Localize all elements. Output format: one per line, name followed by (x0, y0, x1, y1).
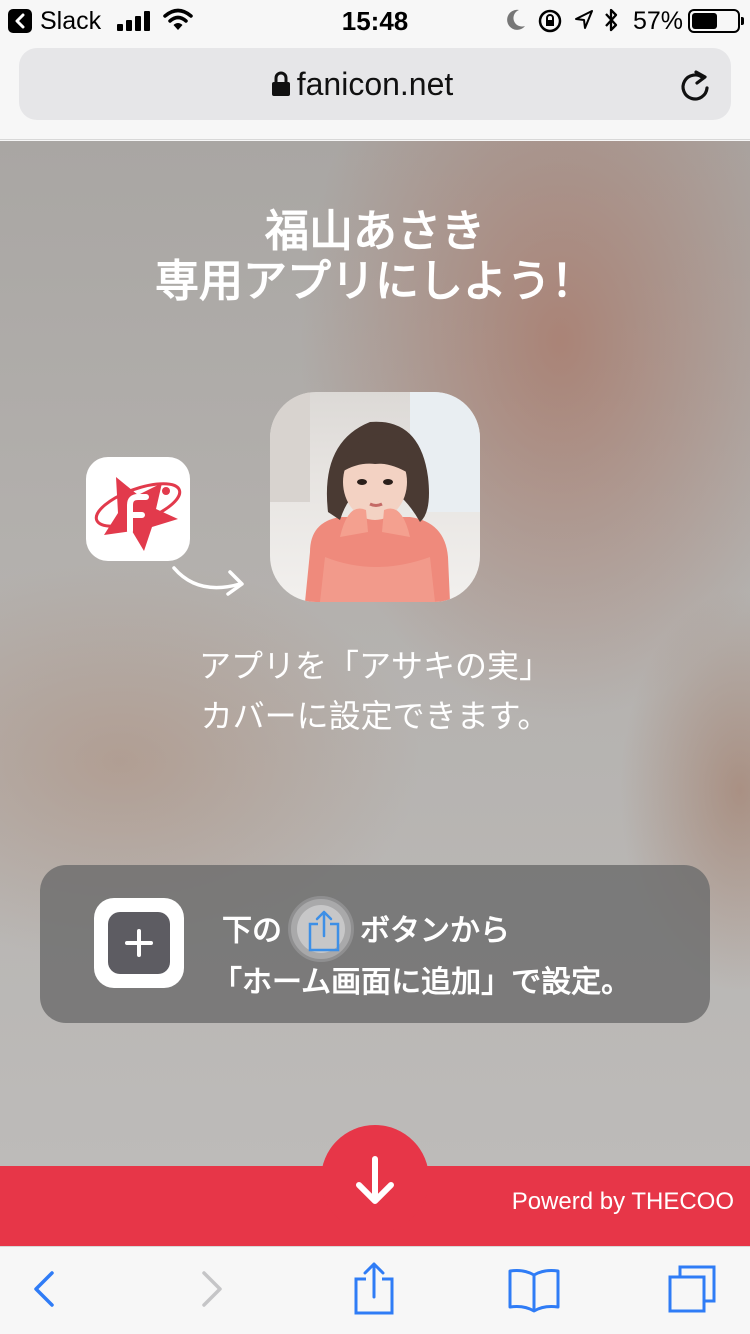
reload-icon[interactable] (679, 68, 711, 102)
title-line-2: 専用アプリにしよう！ (155, 256, 595, 307)
bluetooth-icon (605, 8, 618, 32)
status-bar: Slack 15:48 57% (0, 0, 750, 40)
battery-level (692, 13, 718, 29)
page-content: 福山あさき 専用アプリにしよう！ アプリを「アサキの実」 カバーに設定できます。… (0, 141, 750, 1166)
instruction-line-1: 下の ボタンから (222, 896, 510, 962)
instruction-after: ボタンから (360, 913, 510, 949)
address-bar: fanicon.net (0, 40, 750, 140)
share-icon[interactable] (352, 1261, 396, 1317)
title-line-1: 福山あさき (265, 206, 485, 257)
fanicon-app-icon (86, 457, 190, 561)
share-icon (288, 896, 354, 962)
url-field[interactable]: fanicon.net (19, 48, 731, 120)
location-icon (575, 10, 593, 29)
description-line-2: カバーに設定できます。 (200, 697, 550, 735)
powered-by-text: Powerd by THECOO (511, 1188, 734, 1215)
page-title: 福山あさき 専用アプリにしよう！ (0, 207, 750, 307)
battery-percent: 57% (633, 7, 684, 35)
browser-toolbar (0, 1246, 750, 1334)
back-arrow-icon[interactable] (30, 1265, 60, 1313)
down-arrow-icon (356, 1156, 394, 1204)
profile-photo (270, 392, 480, 602)
instruction-panel: 下の ボタンから 「ホーム画面に追加」で設定。 (40, 865, 710, 1023)
description-line-1: アプリを「アサキの実」 (198, 647, 551, 685)
instruction-line-2: 「ホーム画面に追加」で設定。 (212, 965, 632, 1000)
battery-icon (688, 9, 744, 33)
bookmarks-icon[interactable] (506, 1265, 562, 1313)
down-arrow-button[interactable] (321, 1125, 429, 1233)
tabs-icon[interactable] (666, 1263, 720, 1317)
url-text[interactable]: fanicon.net (19, 66, 731, 103)
forward-arrow-icon[interactable] (196, 1265, 226, 1313)
description: アプリを「アサキの実」 カバーに設定できます。 (0, 641, 750, 741)
moon-icon (507, 9, 525, 30)
instruction-before: 下の (222, 913, 282, 949)
curved-arrow-icon (172, 566, 244, 596)
rotation-lock-icon (538, 9, 562, 33)
add-to-home-icon (94, 898, 184, 988)
